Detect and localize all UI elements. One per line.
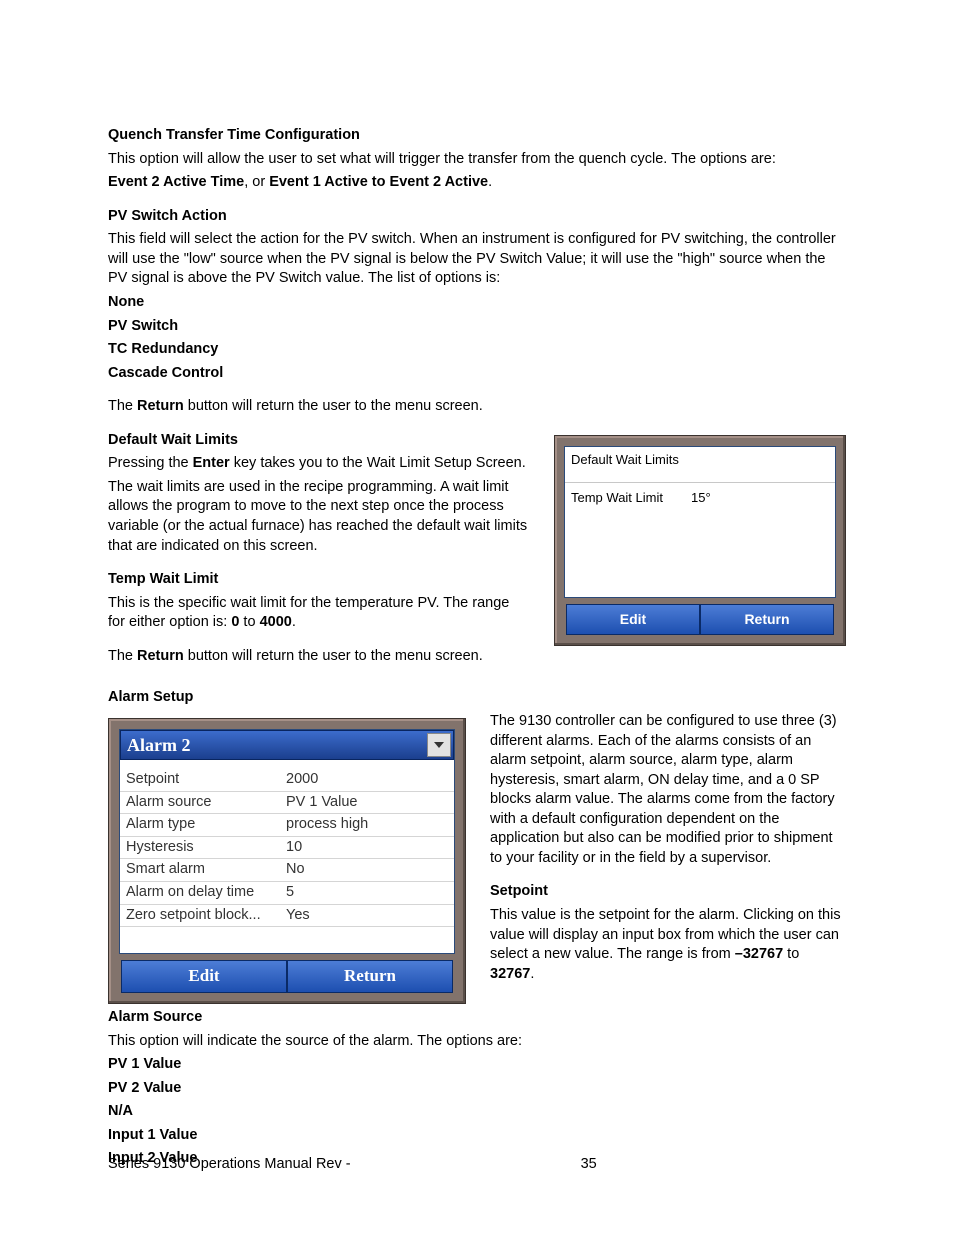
text: . xyxy=(488,174,492,190)
text: The xyxy=(108,648,137,664)
para-quench-opts: Event 2 Active Time, or Event 1 Active t… xyxy=(108,173,846,193)
text-bold: –32767 xyxy=(735,946,783,962)
opt-input1: Input 1 Value xyxy=(108,1126,846,1146)
return-button[interactable]: Return xyxy=(287,960,453,993)
para-alarm-source: This option will indicate the source of … xyxy=(108,1032,846,1052)
cell: process high xyxy=(286,815,368,835)
cell: 2000 xyxy=(286,770,318,790)
text: . xyxy=(530,966,534,982)
cell: Alarm on delay time xyxy=(126,883,286,903)
text-bold: Event 1 Active to Event 2 Active xyxy=(269,174,488,190)
text: . xyxy=(292,614,296,630)
text: Pressing the xyxy=(108,455,193,471)
heading-quench: Quench Transfer Time Configuration xyxy=(108,126,846,146)
cell: Alarm source xyxy=(126,793,286,813)
opt-tc-redundancy: TC Redundancy xyxy=(108,340,846,360)
text: to xyxy=(783,946,799,962)
opt-cascade: Cascade Control xyxy=(108,364,846,384)
row-label: Temp Wait Limit xyxy=(571,489,691,507)
para-quench: This option will allow the user to set w… xyxy=(108,150,846,170)
edit-button[interactable]: Edit xyxy=(566,604,700,635)
chevron-down-icon xyxy=(427,733,451,757)
text-bold: 32767 xyxy=(490,966,530,982)
row-value: 15° xyxy=(691,489,711,507)
cell: 5 xyxy=(286,883,294,903)
opt-pv2: PV 2 Value xyxy=(108,1079,846,1099)
cell: Setpoint xyxy=(126,770,286,790)
text: key takes you to the Wait Limit Setup Sc… xyxy=(230,455,526,471)
para-return-1: The Return button will return the user t… xyxy=(108,397,846,417)
heading-pv-switch: PV Switch Action xyxy=(108,207,846,227)
opt-none: None xyxy=(108,293,846,313)
cell: Smart alarm xyxy=(126,860,286,880)
opt-pv1: PV 1 Value xyxy=(108,1055,846,1075)
footer-title: Series 9130 Operations Manual Rev - xyxy=(108,1155,351,1175)
text: The xyxy=(108,398,137,414)
text-bold: Event 2 Active Time xyxy=(108,174,244,190)
alarm-grid: Setpoint2000 Alarm sourcePV 1 Value Alar… xyxy=(120,760,454,953)
page-footer: Series 9130 Operations Manual Rev - 35 xyxy=(108,1155,846,1175)
text-bold: Return xyxy=(137,648,184,664)
text: button will return the user to the menu … xyxy=(184,398,483,414)
cell: 10 xyxy=(286,838,302,858)
dropdown-label: Alarm 2 xyxy=(127,733,427,757)
para-return-2: The Return button will return the user t… xyxy=(108,647,846,667)
figure-title: Default Wait Limits xyxy=(565,447,835,484)
cell: Hysteresis xyxy=(126,838,286,858)
text: , or xyxy=(244,174,269,190)
text-bold: Enter xyxy=(193,455,230,471)
figure-default-wait-limits: Default Wait Limits Temp Wait Limit 15° … xyxy=(554,435,846,646)
text-bold: Return xyxy=(137,398,184,414)
text: This is the specific wait limit for the … xyxy=(108,595,509,631)
page-number: 35 xyxy=(581,1155,597,1175)
para-pvswitch: This field will select the action for th… xyxy=(108,230,846,289)
opt-na: N/A xyxy=(108,1102,846,1122)
heading-alarm-source: Alarm Source xyxy=(108,1008,846,1028)
text-bold: 4000 xyxy=(260,614,292,630)
alarm-dropdown[interactable]: Alarm 2 xyxy=(120,730,454,760)
text: to xyxy=(239,614,259,630)
cell: Yes xyxy=(286,906,310,926)
return-button[interactable]: Return xyxy=(700,604,834,635)
cell: PV 1 Value xyxy=(286,793,357,813)
opt-pv-switch: PV Switch xyxy=(108,317,846,337)
heading-alarm-setup: Alarm Setup xyxy=(108,688,846,708)
text: This option will allow the user to set w… xyxy=(108,151,776,167)
figure-alarm-setup: Alarm 2 Setpoint2000 Alarm sourcePV 1 Va… xyxy=(108,718,466,1004)
edit-button[interactable]: Edit xyxy=(121,960,287,993)
cell: No xyxy=(286,860,305,880)
cell: Zero setpoint block... xyxy=(126,906,286,926)
text: button will return the user to the menu … xyxy=(184,648,483,664)
cell: Alarm type xyxy=(126,815,286,835)
